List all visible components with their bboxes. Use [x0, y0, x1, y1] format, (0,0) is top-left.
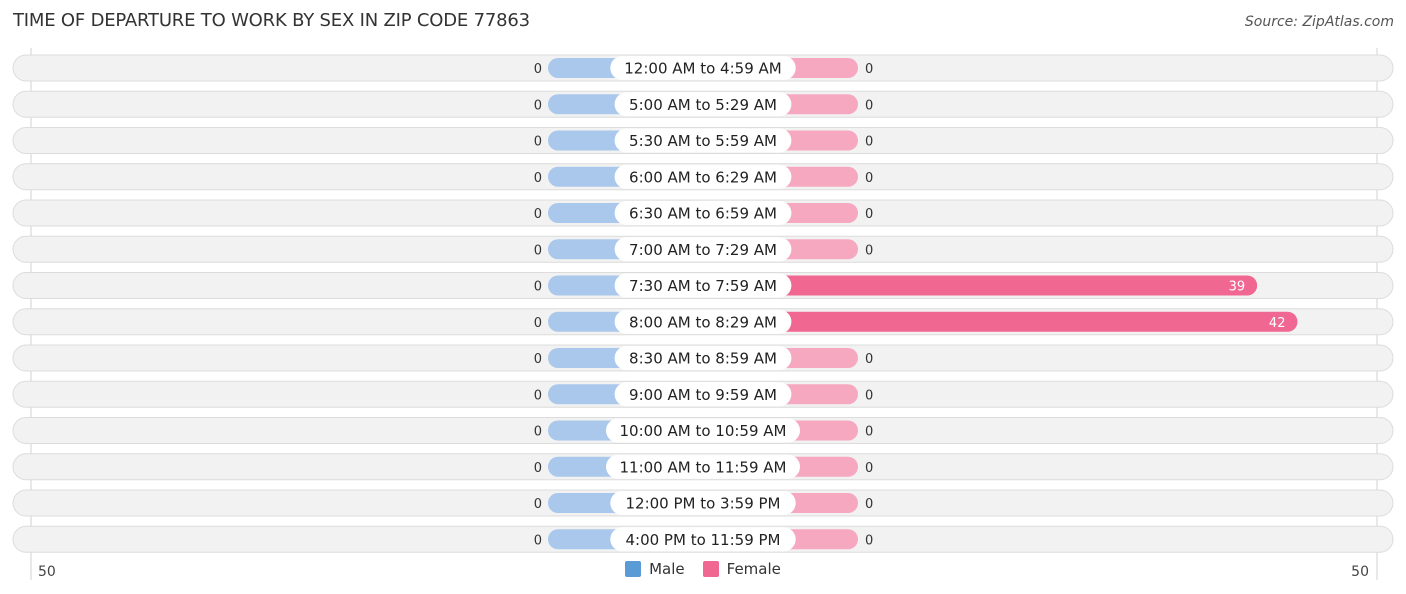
- value-label-female: 0: [865, 171, 873, 186]
- value-label-male: 0: [534, 207, 542, 222]
- category-label: 5:00 AM to 5:29 AM: [629, 96, 777, 114]
- value-label-male: 0: [534, 280, 542, 295]
- category-label: 7:00 AM to 7:29 AM: [629, 241, 777, 259]
- category-label: 6:00 AM to 6:29 AM: [629, 168, 777, 186]
- legend-label-female: Female: [726, 560, 781, 578]
- value-label-male: 0: [534, 62, 542, 77]
- value-label-female: 0: [865, 243, 873, 258]
- value-label-female: 0: [865, 62, 873, 77]
- value-label-male: 0: [534, 497, 542, 512]
- value-label-male: 0: [534, 135, 542, 150]
- value-label-female: 0: [865, 461, 873, 476]
- value-label-male: 0: [534, 316, 542, 331]
- category-label: 12:00 AM to 4:59 AM: [624, 60, 781, 78]
- value-label-male: 0: [534, 461, 542, 476]
- category-label: 5:30 AM to 5:59 AM: [629, 132, 777, 150]
- legend-label-male: Male: [649, 560, 685, 578]
- category-label: 7:30 AM to 7:59 AM: [629, 277, 777, 295]
- legend: Male Female: [0, 560, 1406, 578]
- value-label-female: 0: [865, 135, 873, 150]
- chart-canvas: 0 0 12:00 AM to 4:59 AM 0 0 5:00 AM to 5:29 A…: [12, 48, 1394, 580]
- value-label-male: 0: [534, 243, 542, 258]
- value-label-male: 0: [534, 98, 542, 113]
- value-label-female: 0: [865, 207, 873, 222]
- category-label: 8:30 AM to 8:59 AM: [629, 350, 777, 368]
- bar-female: [703, 311, 1298, 332]
- value-label-male: 0: [534, 425, 542, 440]
- value-label-female: 0: [865, 425, 873, 440]
- category-label: 6:30 AM to 6:59 AM: [629, 205, 777, 223]
- category-label: 12:00 PM to 3:59 PM: [625, 495, 780, 513]
- value-label-female: 0: [865, 388, 873, 403]
- category-label: 10:00 AM to 10:59 AM: [620, 422, 787, 440]
- value-label-female: 0: [865, 497, 873, 512]
- value-label-male: 0: [534, 533, 542, 548]
- category-label: 8:00 AM to 8:29 AM: [629, 313, 777, 331]
- value-label-female: 42: [1269, 316, 1286, 331]
- legend-swatch-male: [625, 561, 642, 577]
- category-label: 4:00 PM to 11:59 PM: [625, 531, 780, 549]
- category-label: 11:00 AM to 11:59 AM: [620, 458, 787, 476]
- legend-swatch-female: [702, 561, 719, 577]
- value-label-female: 0: [865, 98, 873, 113]
- legend-item-female[interactable]: Female: [702, 560, 781, 578]
- value-label-male: 0: [534, 352, 542, 367]
- value-label-female: 0: [865, 533, 873, 548]
- legend-item-male[interactable]: Male: [625, 560, 685, 578]
- value-label-female: 39: [1229, 280, 1246, 295]
- value-label-female: 0: [865, 352, 873, 367]
- value-label-male: 0: [534, 171, 542, 186]
- value-label-male: 0: [534, 388, 542, 403]
- category-label: 9:00 AM to 9:59 AM: [629, 386, 777, 404]
